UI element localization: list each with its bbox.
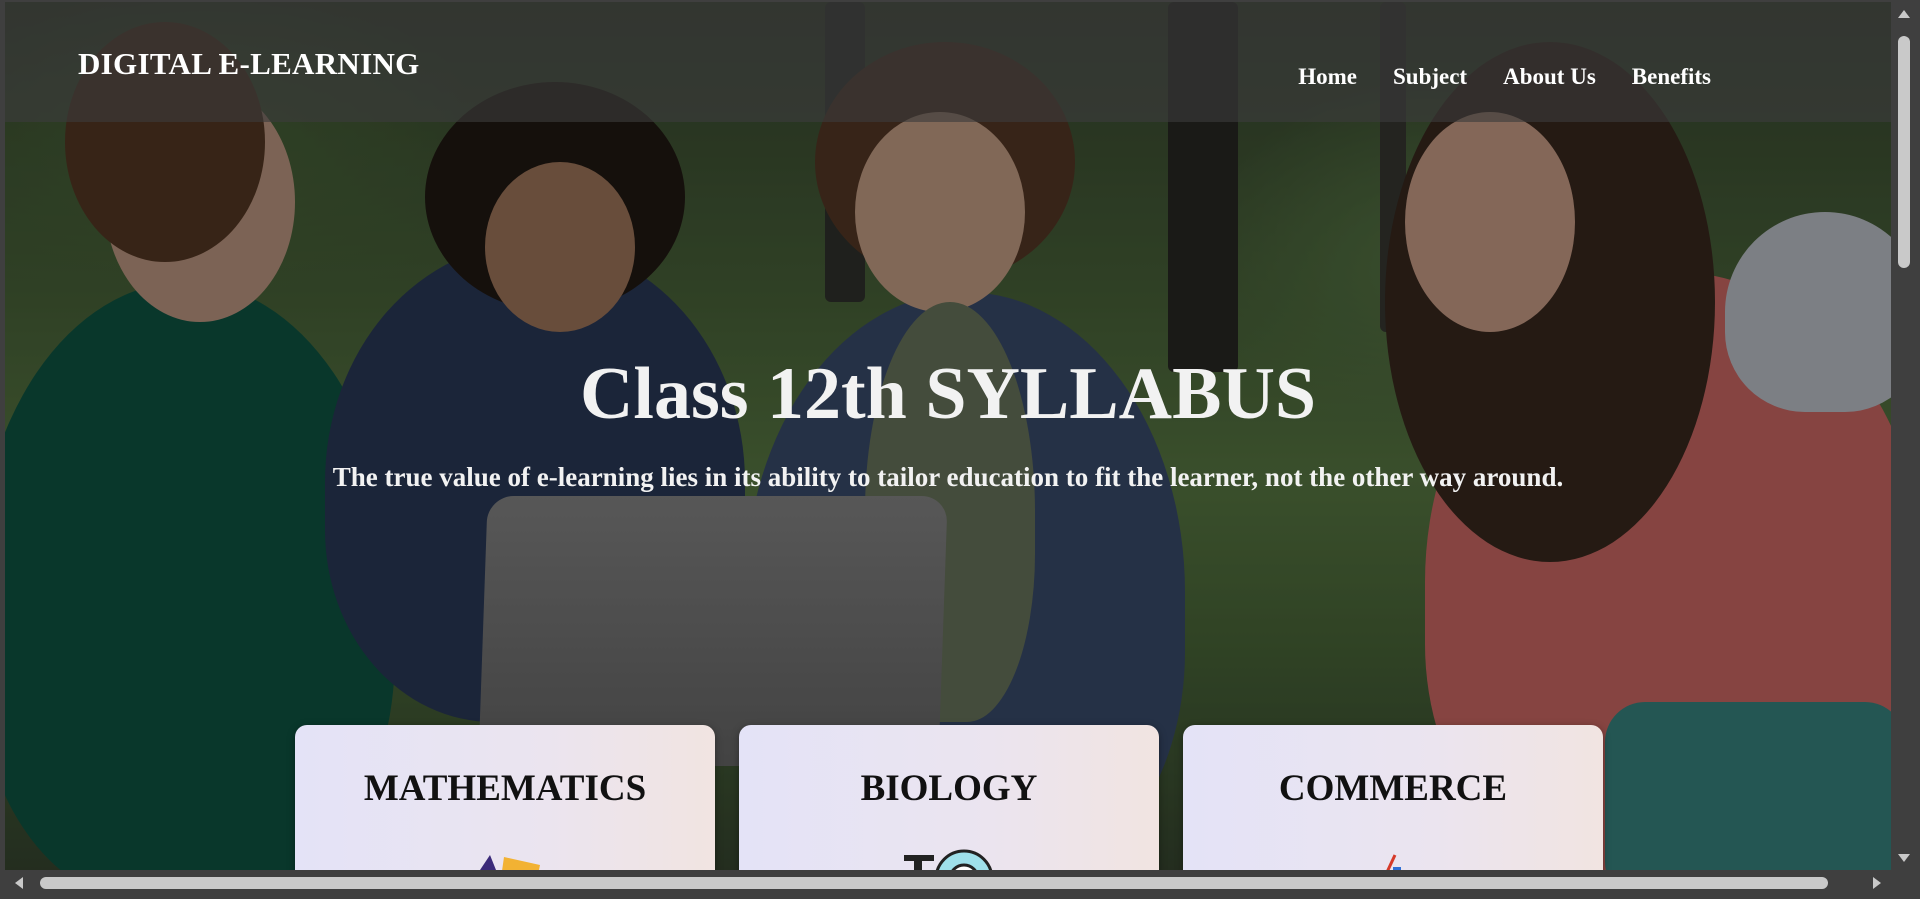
- page-viewport: DIGITAL E-LEARNING Home Subject About Us…: [5, 2, 1891, 870]
- subject-card-biology[interactable]: BIOLOGY: [739, 725, 1159, 870]
- site-header: DIGITAL E-LEARNING Home Subject About Us…: [5, 2, 1891, 122]
- nav-link-about-us[interactable]: About Us: [1503, 64, 1596, 90]
- microscope-icon: [894, 845, 1004, 870]
- subject-card-commerce[interactable]: COMMERCE: [1183, 725, 1603, 870]
- brand-logo-text[interactable]: DIGITAL E-LEARNING: [78, 46, 420, 82]
- scroll-up-arrow-icon[interactable]: [1898, 10, 1910, 18]
- scroll-right-arrow-icon[interactable]: [1873, 877, 1881, 889]
- scroll-left-arrow-icon[interactable]: [15, 877, 23, 889]
- vertical-scroll-thumb[interactable]: [1898, 36, 1910, 268]
- vertical-scrollbar[interactable]: [1892, 2, 1916, 870]
- hero-title: Class 12th SYLLABUS: [579, 353, 1317, 435]
- math-tools-icon: [460, 845, 550, 870]
- subject-card-mathematics[interactable]: MATHEMATICS: [295, 725, 715, 870]
- hero-quote: The true value of e-learning lies in its…: [332, 462, 1564, 492]
- horizontal-scrollbar[interactable]: [5, 871, 1891, 895]
- nav-link-subject[interactable]: Subject: [1393, 64, 1467, 90]
- card-title: MATHEMATICS: [363, 768, 647, 809]
- scrollbar-corner: [1892, 871, 1916, 895]
- nav-link-home[interactable]: Home: [1298, 64, 1357, 90]
- card-title: COMMERCE: [1278, 768, 1508, 809]
- nav-link-benefits[interactable]: Benefits: [1632, 64, 1711, 90]
- scroll-down-arrow-icon[interactable]: [1898, 854, 1910, 862]
- bar-chart-icon: [1373, 845, 1413, 870]
- horizontal-scroll-thumb[interactable]: [40, 877, 1828, 889]
- card-title: BIOLOGY: [860, 768, 1038, 809]
- main-nav: Home Subject About Us Benefits: [1298, 64, 1711, 90]
